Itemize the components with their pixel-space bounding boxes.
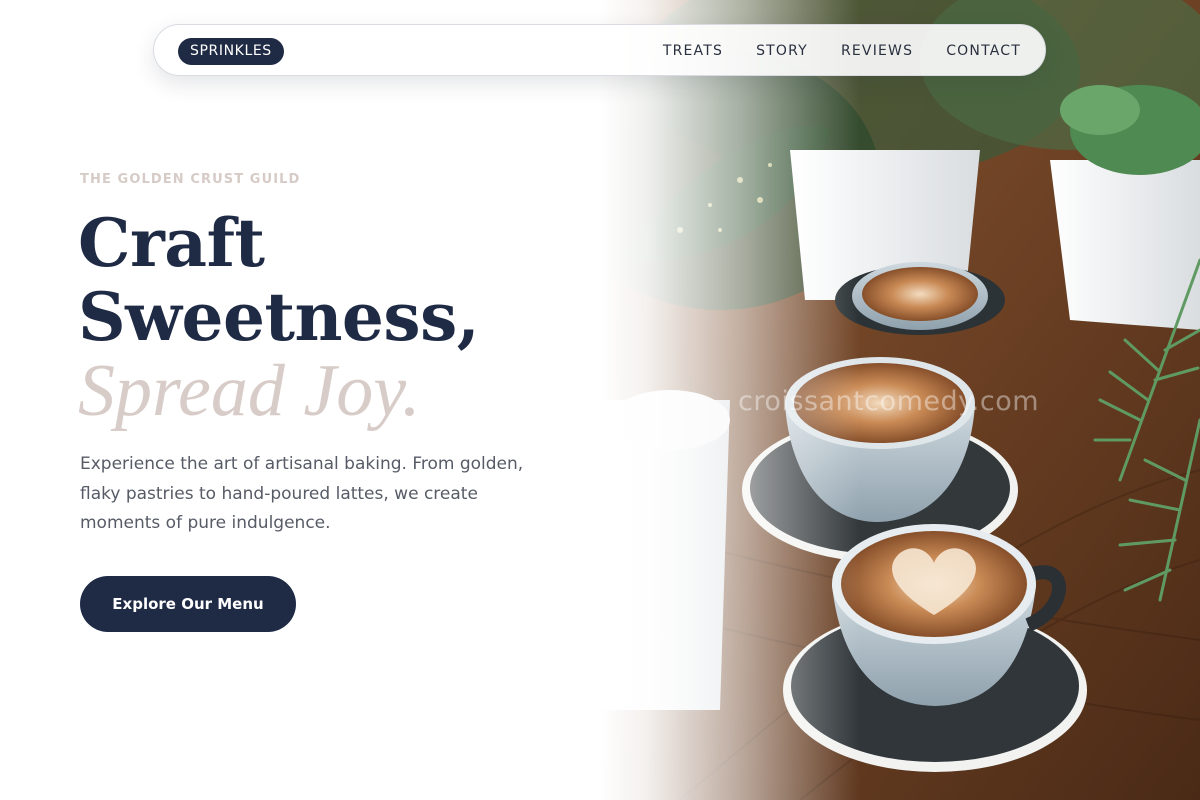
hero-photo <box>600 0 1200 800</box>
explore-menu-button[interactable]: Explore Our Menu <box>80 576 296 632</box>
nav-link-treats[interactable]: TREATS <box>663 43 723 59</box>
hero-description: Experience the art of artisanal baking. … <box>80 454 524 533</box>
nav-link-story[interactable]: STORY <box>756 43 808 59</box>
hero-eyebrow: THE GOLDEN CRUST GUILD <box>80 172 301 187</box>
nav-links: TREATS STORY REVIEWS CONTACT <box>663 25 1021 77</box>
top-nav: SPRINKLES TREATS STORY REVIEWS CONTACT <box>153 24 1046 76</box>
brand-logo[interactable]: SPRINKLES <box>178 38 284 65</box>
headline-line-2: Sweetness, <box>78 278 480 356</box>
hero-headline: Craft Sweetness, Spread Joy. <box>78 204 480 432</box>
nav-link-contact[interactable]: CONTACT <box>946 43 1021 59</box>
headline-line-1: Craft <box>78 204 265 282</box>
nav-link-reviews[interactable]: REVIEWS <box>841 43 913 59</box>
headline-accent: Spread Joy. <box>78 350 421 432</box>
landing-page: croissantcomedy.com SPRINKLES TREATS STO… <box>0 0 1200 800</box>
